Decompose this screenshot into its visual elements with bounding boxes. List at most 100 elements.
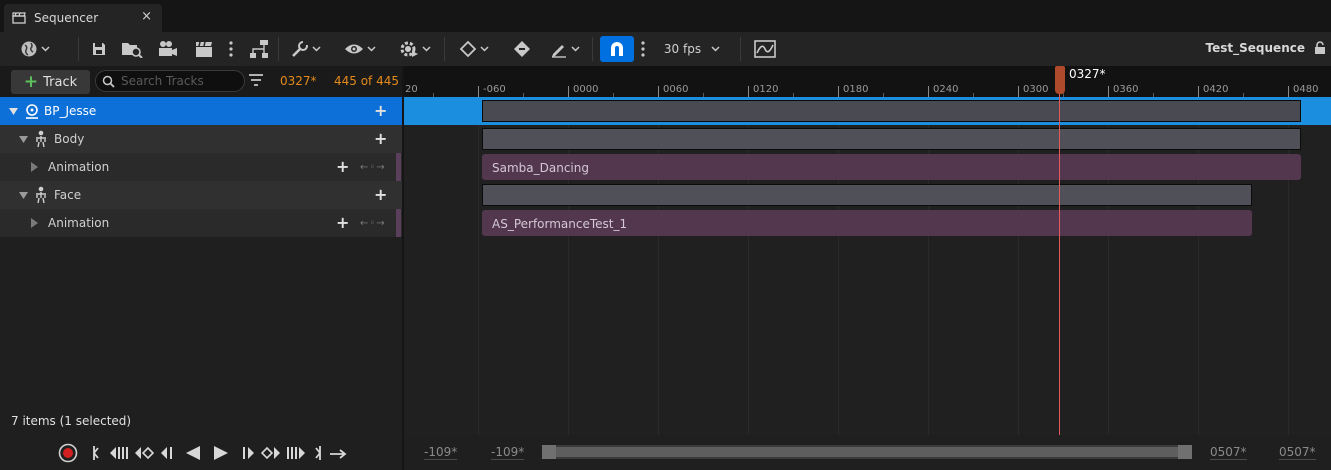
status-text: 7 items (1 selected) (8, 413, 135, 429)
expander-closed-icon[interactable] (31, 162, 38, 172)
add-icon[interactable]: + (374, 131, 387, 147)
globe-icon (21, 41, 37, 57)
tick-label: 0300 (1023, 84, 1049, 95)
view-range-slider[interactable] (542, 445, 1192, 459)
expander-closed-icon[interactable] (31, 218, 38, 228)
tab-sequencer[interactable]: Sequencer × (4, 4, 162, 32)
next-frame-button[interactable] (285, 445, 307, 464)
lane-face[interactable] (404, 181, 1331, 209)
search-input[interactable] (121, 74, 241, 88)
view-start-outer[interactable]: -109* (424, 445, 458, 460)
chevron-down-icon (571, 46, 580, 52)
camera-button[interactable] (156, 36, 180, 62)
previous-frame-button[interactable] (108, 445, 130, 464)
face-section[interactable] (482, 184, 1252, 206)
step-back-single-icon (161, 447, 172, 459)
add-track-button[interactable]: + Track (11, 70, 90, 94)
chevron-down-icon (711, 46, 720, 52)
add-icon[interactable]: + (374, 187, 387, 203)
add-icon[interactable]: + (374, 103, 387, 119)
previous-marker-button[interactable] (159, 445, 175, 464)
view-start-inner[interactable]: -109* (491, 445, 525, 460)
tick-label: 0120 (753, 84, 779, 95)
previous-key-button[interactable] (133, 445, 155, 464)
range-start-handle[interactable] (542, 445, 556, 459)
play-button[interactable] (213, 445, 229, 464)
tab-title: Sequencer (34, 11, 99, 25)
expander-open-icon[interactable] (9, 107, 18, 116)
tools-dropdown[interactable] (288, 36, 324, 62)
body-section[interactable] (482, 128, 1301, 150)
lane-body[interactable] (404, 125, 1331, 153)
timeline-area[interactable]: 20 -060 0000 0060 0120 0180 0240 0300 03… (404, 66, 1331, 435)
close-icon[interactable]: × (141, 9, 152, 24)
render-movie-button[interactable] (192, 36, 216, 62)
tick-label: 0180 (843, 84, 869, 95)
playhead-time-label: 0327* (1069, 67, 1106, 81)
track-row-body[interactable]: Body + (0, 125, 402, 153)
lock-icon[interactable] (1314, 41, 1326, 55)
expander-open-icon[interactable] (19, 135, 28, 144)
animation-section[interactable]: AS_PerformanceTest_1 (482, 210, 1252, 236)
search-tracks[interactable] (95, 70, 245, 92)
track-row-face-animation[interactable]: Animation + ←◦→ (0, 209, 402, 237)
key-navigation-icon[interactable]: ←◦→ (360, 218, 386, 229)
play-icon (214, 446, 228, 460)
view-end-outer[interactable]: 0507* (1279, 445, 1316, 460)
lane-bp-jesse[interactable] (404, 97, 1331, 125)
search-icon (102, 75, 115, 88)
track-label: Face (54, 188, 82, 202)
magnet-icon (611, 42, 623, 56)
snap-toggle[interactable] (600, 36, 634, 62)
playhead-handle[interactable] (1055, 66, 1065, 94)
record-button[interactable] (58, 443, 78, 466)
jump-to-end-button[interactable] (314, 445, 322, 464)
add-icon[interactable]: + (336, 215, 349, 231)
expander-open-icon[interactable] (19, 191, 28, 200)
chevron-down-icon (41, 46, 50, 52)
fps-dropdown[interactable]: 30 fps (660, 36, 724, 62)
curve-editor-button[interactable] (752, 36, 778, 62)
key-interpolation-dropdown[interactable] (456, 36, 492, 62)
lane-body-animation[interactable]: Samba_Dancing (404, 153, 1331, 181)
tick-label: 20 (405, 84, 418, 95)
clapperboard-icon (196, 41, 212, 57)
hierarchy-button[interactable] (246, 36, 272, 62)
key-all-button[interactable] (510, 36, 534, 62)
browse-button[interactable] (120, 36, 144, 62)
jump-to-start-button[interactable] (92, 445, 100, 464)
more-options-button[interactable] (226, 36, 236, 62)
track-row-face[interactable]: Face + (0, 181, 402, 209)
step-back-icon (110, 447, 128, 459)
actor-section[interactable] (482, 100, 1301, 122)
snap-options-button[interactable] (638, 36, 648, 62)
track-row-bp-jesse[interactable]: BP_Jesse + (0, 97, 402, 125)
next-marker-button[interactable] (240, 445, 256, 464)
lane-face-animation[interactable]: AS_PerformanceTest_1 (404, 209, 1331, 237)
save-button[interactable] (90, 36, 108, 62)
view-end-inner[interactable]: 0507* (1210, 445, 1247, 460)
add-track-label: Track (43, 74, 78, 90)
playback-options-dropdown[interactable] (396, 36, 434, 62)
time-ruler[interactable]: 20 -060 0000 0060 0120 0180 0240 0300 03… (404, 66, 1331, 97)
camera-icon (159, 41, 177, 56)
track-label: Animation (48, 216, 110, 230)
edit-mode-dropdown[interactable] (546, 36, 584, 62)
tick-line (658, 86, 659, 97)
more-vertical-icon (641, 41, 645, 57)
view-options-dropdown[interactable] (340, 36, 380, 62)
tick-label: 0420 (1203, 84, 1229, 95)
add-icon[interactable]: + (336, 159, 349, 175)
track-color-tag (396, 153, 401, 181)
world-button[interactable] (14, 36, 56, 62)
next-key-button[interactable] (260, 445, 282, 464)
animation-section[interactable]: Samba_Dancing (482, 154, 1301, 180)
play-reverse-button[interactable] (185, 445, 201, 464)
key-navigation-icon[interactable]: ←◦→ (360, 162, 386, 173)
track-row-body-animation[interactable]: Animation + ←◦→ (0, 153, 402, 181)
filter-icon[interactable] (249, 74, 263, 86)
range-end-handle[interactable] (1178, 445, 1192, 459)
loop-mode-button[interactable] (329, 448, 347, 462)
range-fill[interactable] (556, 447, 1184, 457)
playhead-line (1059, 66, 1060, 435)
